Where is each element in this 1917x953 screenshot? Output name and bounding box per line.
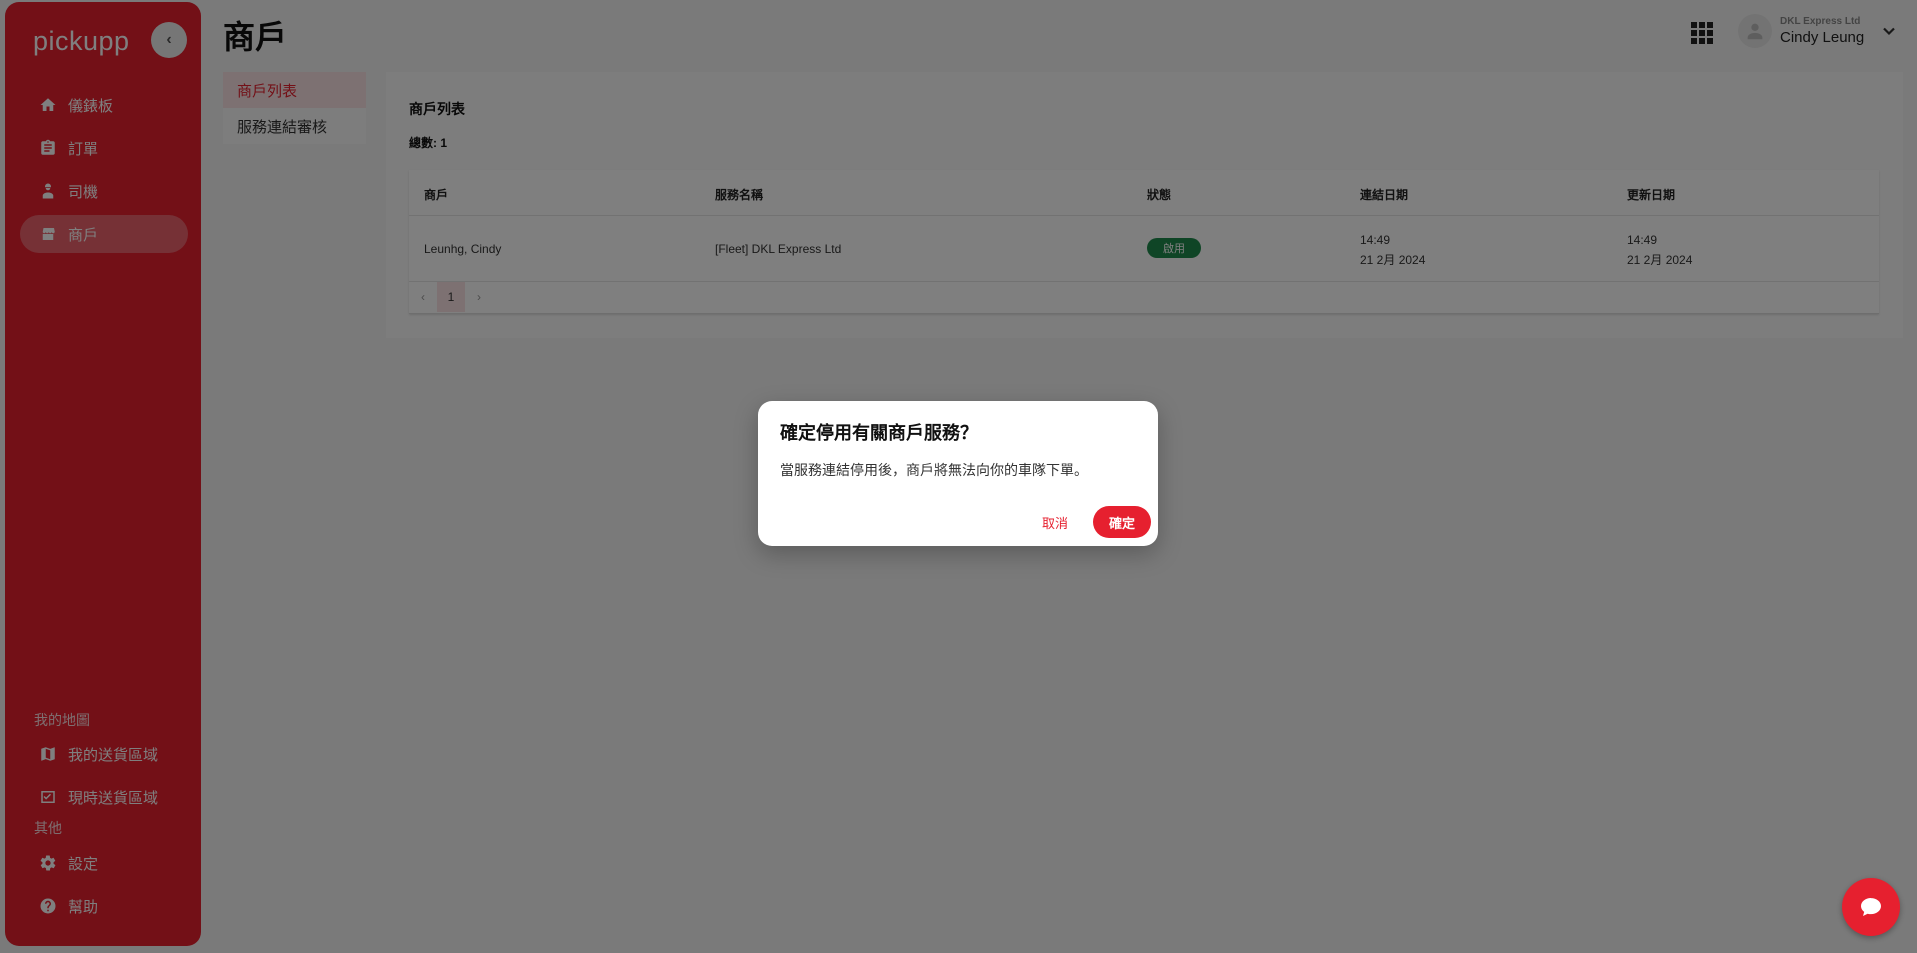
dialog-message: 當服務連結停用後，商戶將無法向你的車隊下單。 bbox=[780, 462, 1088, 478]
confirm-disable-dialog: 確定停用有關商戶服務？ 當服務連結停用後，商戶將無法向你的車隊下單。 取消 確定 bbox=[758, 401, 1158, 546]
cancel-button[interactable]: 取消 bbox=[1030, 507, 1080, 537]
dialog-title: 確定停用有關商戶服務？ bbox=[780, 423, 978, 443]
confirm-button[interactable]: 確定 bbox=[1093, 506, 1151, 538]
chat-button[interactable] bbox=[1842, 878, 1900, 936]
chat-bubble-icon bbox=[1861, 898, 1881, 916]
